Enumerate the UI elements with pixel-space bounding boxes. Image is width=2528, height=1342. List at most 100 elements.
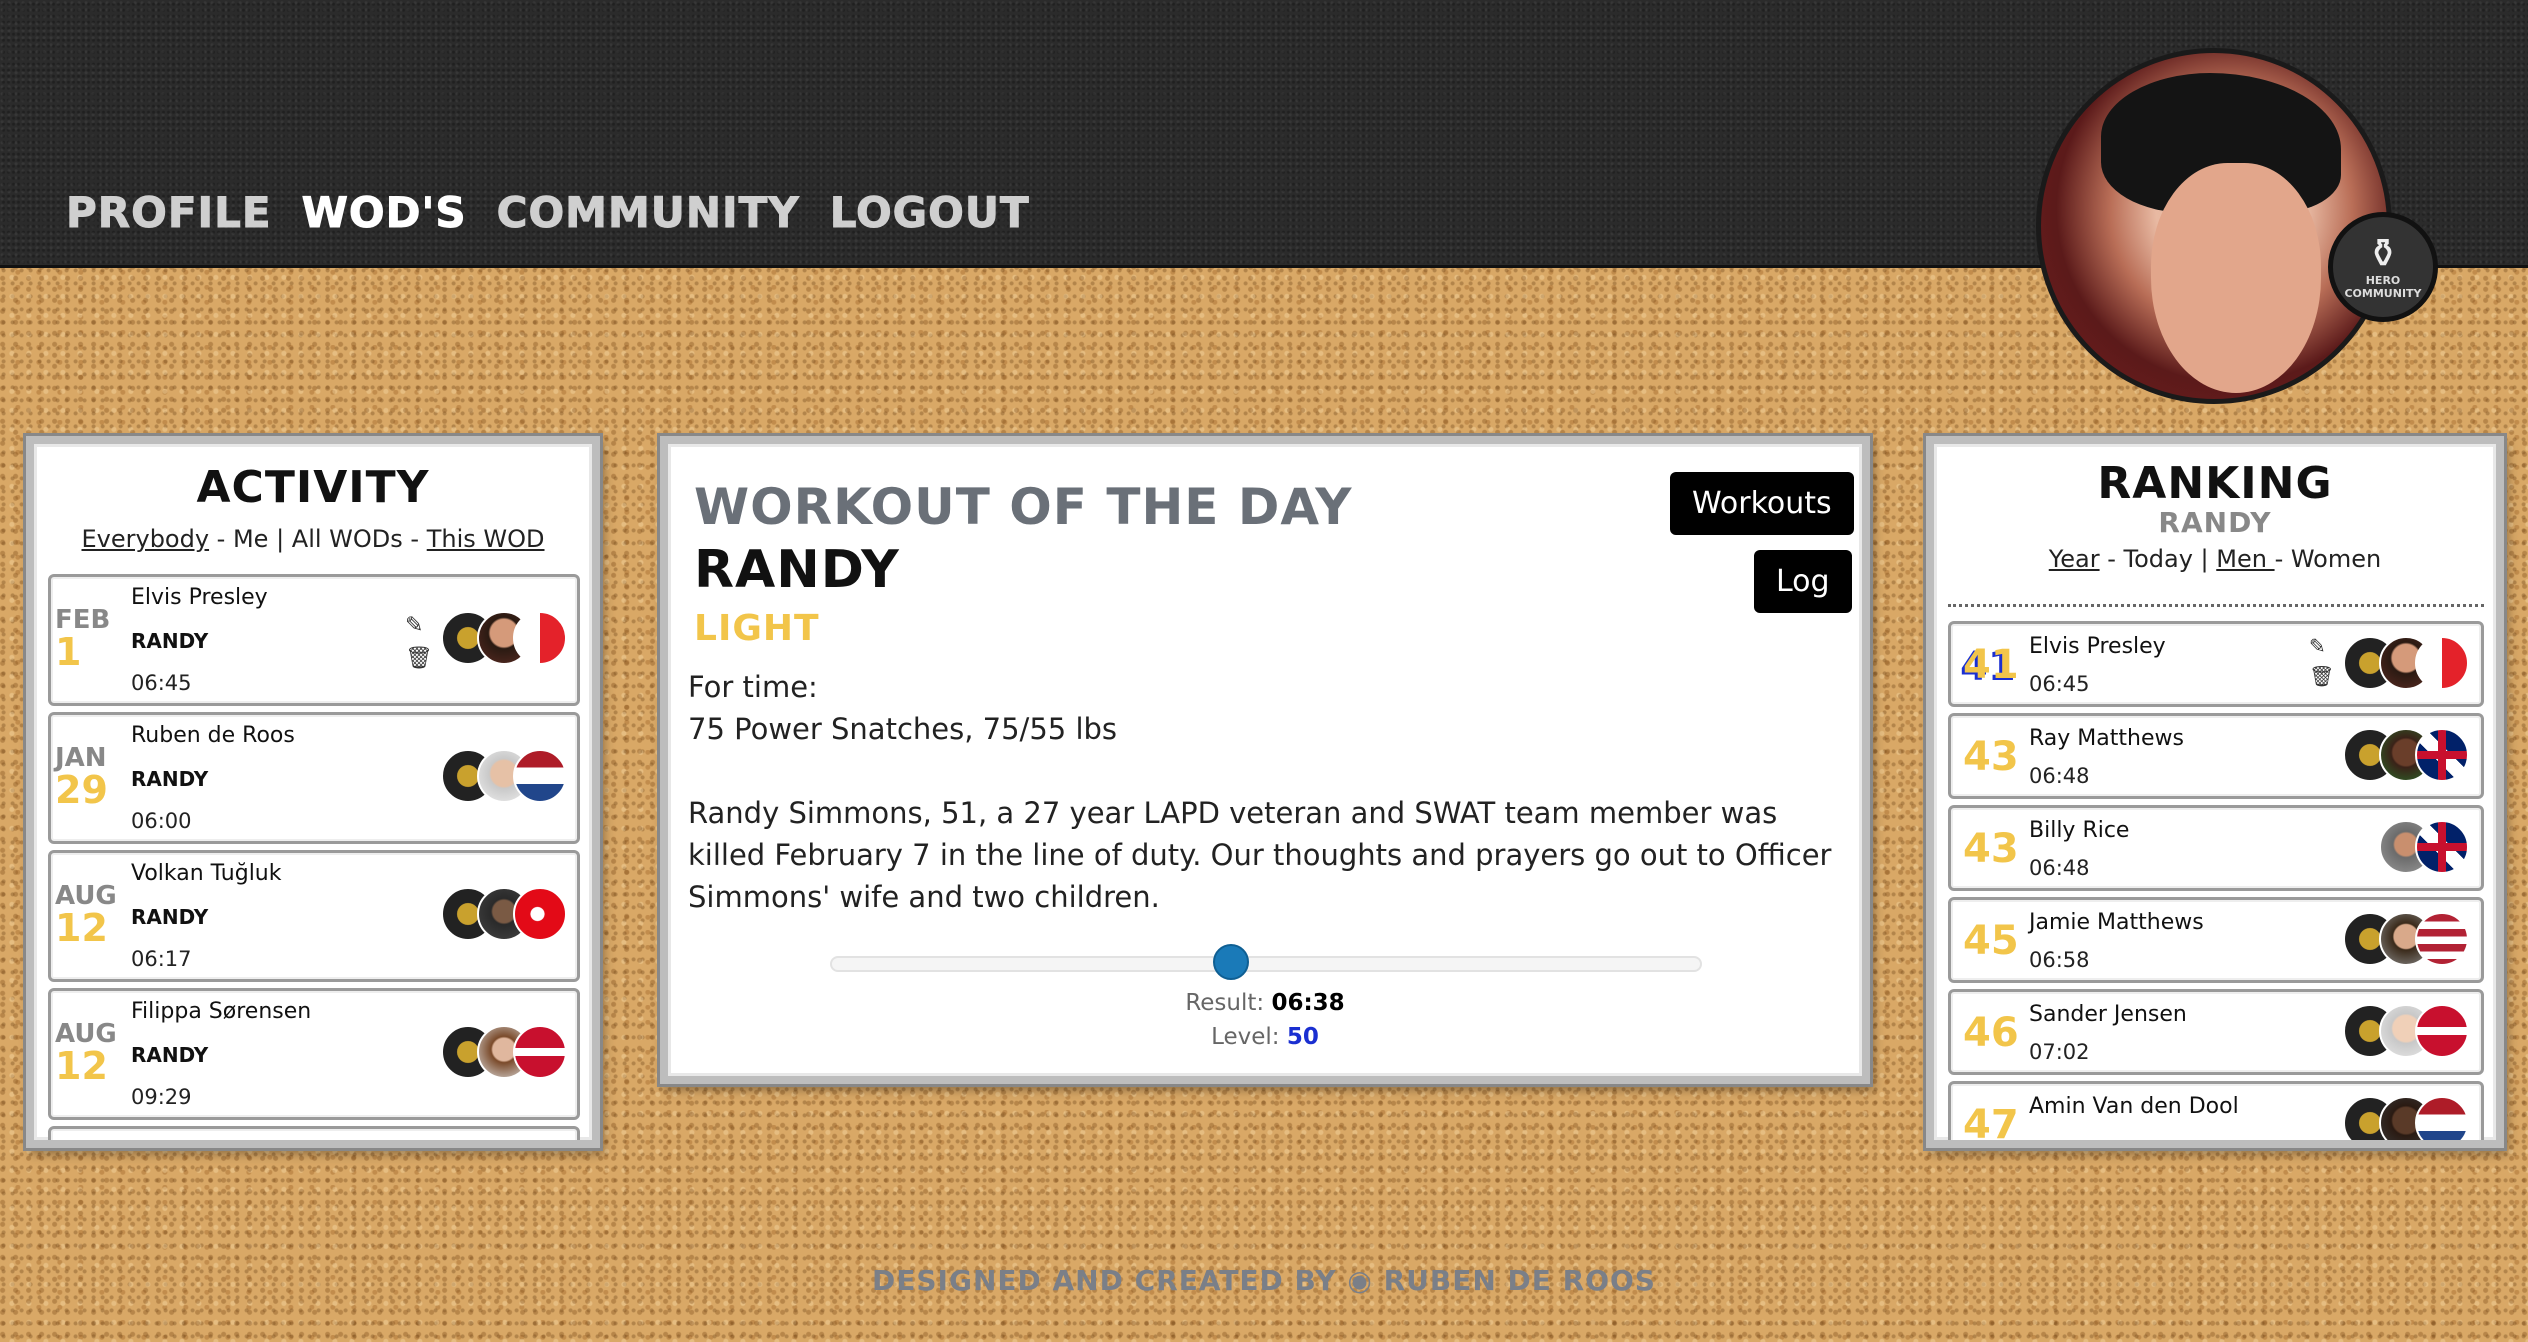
wod-name: RANDY	[131, 1043, 209, 1067]
workout-heading: WORKOUT OF THE DAY	[694, 478, 1353, 536]
ranking-row[interactable]: 45 Jamie Matthews 06:58	[1948, 897, 2484, 983]
filter-me[interactable]: Me	[233, 525, 268, 553]
level-label: Level:	[1211, 1024, 1280, 1050]
flag-icon	[2415, 1004, 2469, 1058]
athlete-name[interactable]: Ruben de Roos	[131, 723, 295, 748]
result-time: 06:48	[2029, 856, 2090, 880]
date-day: 1	[55, 630, 82, 674]
athlete-name[interactable]: Filippa Sørensen	[131, 999, 311, 1024]
ranking-list[interactable]: 41 Elvis Presley 06:45 ✎ 🗑 43 Ray Matthe…	[1948, 604, 2484, 1144]
avatar-stack	[2343, 1004, 2469, 1058]
date-day: 12	[55, 1044, 108, 1088]
flag-icon	[2415, 728, 2469, 782]
athlete-name[interactable]: Ray Matthews	[2029, 726, 2184, 751]
flag-icon	[513, 749, 567, 803]
athlete-name[interactable]: Volkan Tuğluk	[131, 861, 282, 886]
filter-everybody[interactable]: Everybody	[81, 525, 209, 553]
ranking-row[interactable]: 43 Billy Rice 06:48	[1948, 805, 2484, 891]
athlete-name[interactable]: Jamie Matthews	[2029, 910, 2204, 935]
ranking-row[interactable]: 43 Ray Matthews 06:48	[1948, 713, 2484, 799]
ranking-row[interactable]: 47 Amin Van den Dool	[1948, 1081, 2484, 1144]
trash-icon[interactable]: 🗑	[2309, 664, 2334, 688]
list-item[interactable]: JAN 29 Ruben de Roos RANDY 06:00	[48, 712, 580, 844]
footer-text: DESIGNED AND CREATED BY	[872, 1264, 1337, 1297]
edit-icon[interactable]: ✎	[2309, 634, 2334, 658]
wod-name: RANDY	[131, 905, 209, 929]
nav-profile[interactable]: PROFILE	[66, 188, 272, 238]
date-block: AUG 12	[55, 1021, 117, 1088]
list-item[interactable]: AUG 12 Filippa Sørensen RANDY 09:29	[48, 988, 580, 1120]
workout-line2: 75 Power Snatches, 75/55 lbs	[688, 712, 1118, 746]
activity-title: ACTIVITY	[196, 462, 430, 513]
trash-icon[interactable]: 🗑	[405, 646, 433, 671]
date-block: AUG 12	[55, 883, 117, 950]
workout-line1: For time:	[688, 670, 818, 704]
athlete-name[interactable]: Billy Rice	[2029, 818, 2129, 843]
filter-women[interactable]: Women	[2291, 545, 2381, 573]
profile-avatar[interactable]	[2036, 48, 2392, 404]
filter-today[interactable]: Today	[2123, 545, 2192, 573]
athlete-name[interactable]: Elvis Presley	[2029, 634, 2166, 659]
filter-men[interactable]: Men	[2216, 545, 2274, 573]
workouts-button[interactable]: Workouts	[1670, 472, 1854, 535]
ranking-title: RANKING	[2097, 458, 2333, 509]
result-time: 06:17	[131, 947, 192, 971]
athlete-name[interactable]: Elvis Presley	[131, 585, 268, 610]
nav-wods[interactable]: WOD'S	[301, 188, 467, 238]
wod-name: RANDY	[131, 767, 209, 791]
filter-sep: -	[209, 525, 233, 553]
ranking-row[interactable]: 41 Elvis Presley 06:45 ✎ 🗑	[1948, 621, 2484, 707]
result-time: 06:48	[2029, 764, 2090, 788]
date-day: 12	[55, 906, 108, 950]
result-time: 09:29	[131, 1085, 192, 1109]
log-button[interactable]: Log	[1754, 550, 1852, 613]
result-time: 06:00	[131, 809, 192, 833]
avatar-stack	[2343, 728, 2469, 782]
slider-handle[interactable]	[1213, 944, 1250, 980]
flag-icon	[2415, 820, 2469, 874]
athlete-name[interactable]: Sander Jensen	[2029, 1002, 2187, 1027]
avatar-stack	[441, 1025, 567, 1079]
ranking-row[interactable]: 46 Sander Jensen 07:02	[1948, 989, 2484, 1075]
filter-sep: -	[2274, 545, 2291, 573]
list-item[interactable]	[48, 1126, 580, 1140]
rank-position: 41	[1963, 642, 2019, 688]
level-slider[interactable]	[830, 944, 1702, 980]
badge-line1: HERO	[2365, 274, 2401, 287]
workout-level-label: LIGHT	[694, 608, 820, 649]
result-time: 07:02	[2029, 1040, 2090, 1064]
nav-logout[interactable]: LOGOUT	[829, 188, 1030, 238]
ranking-panel: RANKING RANDY Year - Today | Men - Women…	[1926, 436, 2504, 1148]
avatar-stack	[2379, 820, 2469, 874]
github-icon[interactable]: ◉	[1347, 1264, 1372, 1297]
filter-this-wod[interactable]: This WOD	[427, 525, 545, 553]
result-label: Result:	[1185, 990, 1265, 1016]
result-value: 06:38	[1271, 990, 1345, 1016]
result-time: 06:45	[131, 671, 192, 695]
level-value: 50	[1286, 1024, 1319, 1050]
list-item[interactable]: FEB 1 Elvis Presley RANDY 06:45 ✎ 🗑	[48, 574, 580, 706]
nav-community[interactable]: COMMUNITY	[496, 188, 800, 238]
athlete-name[interactable]: Amin Van den Dool	[2029, 1094, 2239, 1119]
footer-author[interactable]: RUBEN DE ROOS	[1384, 1264, 1656, 1297]
main-nav: PROFILE WOD'S COMMUNITY LOGOUT	[66, 188, 1030, 238]
workout-panel: WORKOUT OF THE DAY RANDY LIGHT Workouts …	[660, 436, 1870, 1084]
filter-year[interactable]: Year	[2049, 545, 2100, 573]
ranking-subtitle: RANDY	[2158, 506, 2272, 539]
result-line: Result: 06:38	[668, 990, 1862, 1016]
flag-icon	[513, 887, 567, 941]
community-badge-icon: ⚱ HERO COMMUNITY	[2328, 212, 2438, 322]
date-block: JAN 29	[55, 745, 115, 809]
rank-position: 45	[1963, 918, 2019, 964]
rank-position: 47	[1963, 1102, 2019, 1144]
list-item[interactable]: AUG 12 Volkan Tuğluk RANDY 06:17	[48, 850, 580, 982]
filter-sep: |	[268, 525, 292, 553]
activity-panel: ACTIVITY Everybody - Me | All WODs - Thi…	[26, 436, 600, 1148]
avatar-stack	[441, 611, 567, 665]
level-line: Level: 50	[668, 1024, 1862, 1050]
avatar-face	[2151, 163, 2321, 393]
workout-name: RANDY	[694, 540, 900, 600]
edit-icon[interactable]: ✎	[405, 613, 433, 638]
kettlebell-icon: ⚱	[2366, 231, 2400, 277]
filter-all-wods[interactable]: All WODs	[292, 525, 403, 553]
